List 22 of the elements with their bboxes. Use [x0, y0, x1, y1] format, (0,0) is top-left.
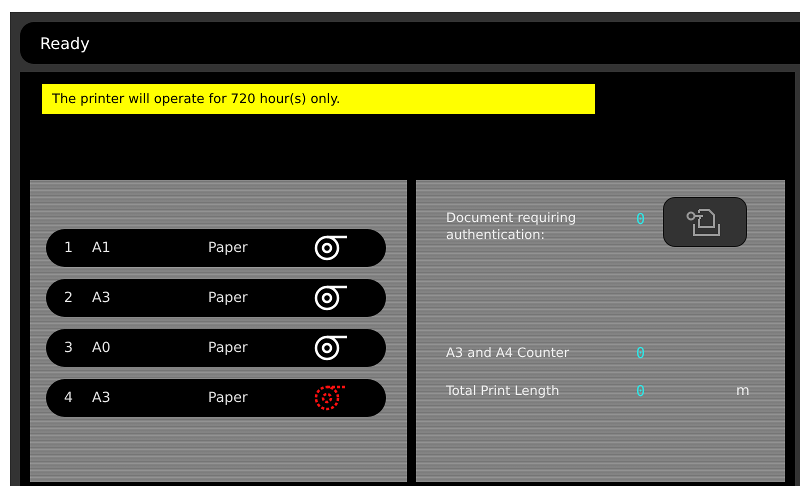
media-type: Paper	[208, 240, 249, 256]
paper-size: A1	[92, 240, 112, 256]
status-title: Ready	[40, 34, 90, 52]
counter-value: 0	[636, 382, 646, 400]
counter-label: Total Print Length	[446, 382, 560, 400]
roll-number: 1	[63, 240, 74, 256]
roll-number: 3	[63, 340, 74, 356]
unit-label: m	[736, 383, 750, 399]
roll-number: 4	[63, 390, 74, 406]
auth-count: 0	[636, 210, 646, 228]
paper-size: A0	[92, 340, 112, 356]
media-type: Paper	[208, 340, 249, 356]
roll-number: 2	[63, 290, 74, 306]
auth-print-button[interactable]	[663, 197, 747, 247]
warning-banner: The printer will operate for 720 hour(s) only.	[42, 84, 595, 114]
paper-size: A3	[92, 390, 112, 406]
media-type: Paper	[208, 290, 249, 306]
counter-value: 0	[636, 344, 646, 362]
media-type: Paper	[208, 390, 249, 406]
counter-label: A3 and A4 Counter	[446, 344, 570, 362]
auth-label: Document requiring authentication:	[446, 210, 578, 244]
paper-size: A3	[92, 290, 112, 306]
